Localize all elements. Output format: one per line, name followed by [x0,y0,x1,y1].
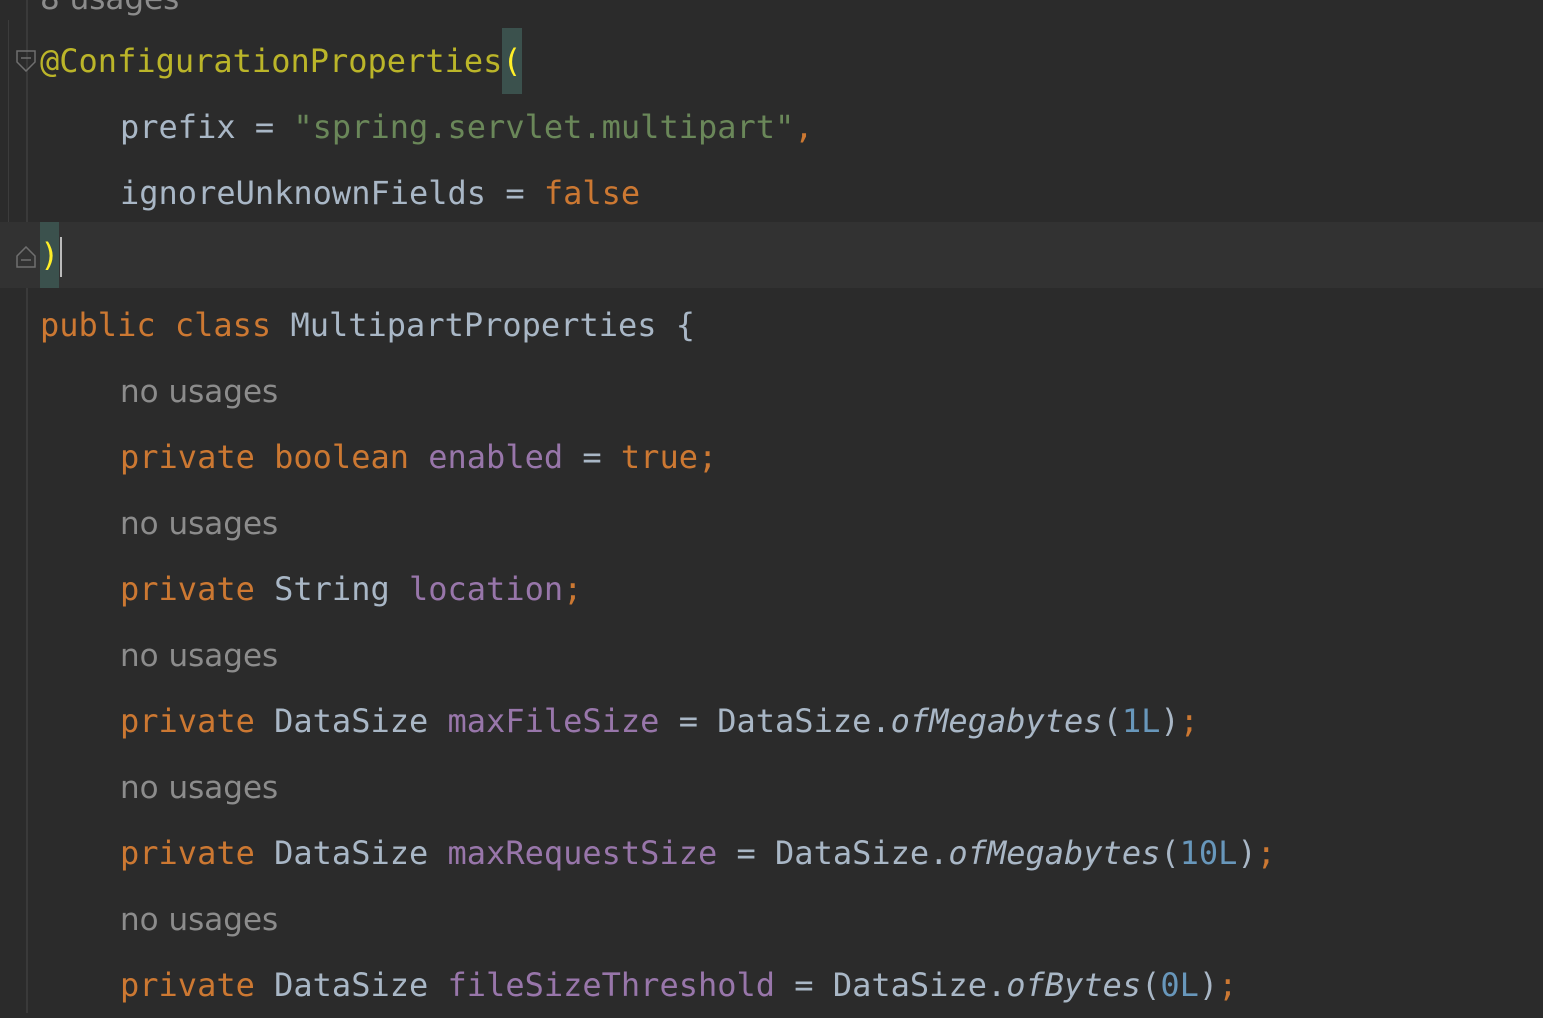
modifier-keyword: private [120,834,255,872]
string-literal: "spring.servlet.multipart" [293,108,795,146]
current-line-highlight [0,222,1543,288]
code-line-class-decl: public class MultipartProperties { [40,292,695,358]
call-class[interactable]: DataSize [717,702,871,740]
fold-collapse-icon[interactable] [16,50,36,72]
modifier-keyword: private [120,702,255,740]
dot: . [986,966,1007,1004]
field-declaration-enabled: private boolean enabled = true; [40,424,717,490]
usages-inlay-hint[interactable]: no usages [40,490,278,556]
annotation-name[interactable]: @ConfigurationProperties [40,42,502,80]
keyword-class: class [174,306,272,344]
semicolon: ; [1218,966,1238,1004]
number-literal: 0L [1160,966,1199,1004]
editor-gutter-divider [26,0,28,1013]
assign-operator: = [486,174,544,212]
boolean-literal: false [543,174,641,212]
field-name[interactable]: fileSizeThreshold [448,966,776,1004]
field-type[interactable]: DataSize [274,834,428,872]
attribute-key: prefix [120,108,236,146]
assign-operator: = [659,702,718,740]
call-class[interactable]: DataSize [833,966,987,1004]
paren-open: ( [1141,966,1161,1004]
field-type[interactable]: DataSize [274,702,428,740]
number-literal: 10L [1179,834,1238,872]
field-declaration-location: private String location; [40,556,582,622]
semicolon: ; [1256,834,1276,872]
usages-inlay-hint[interactable]: no usages [40,622,278,688]
call-class[interactable]: DataSize [775,834,929,872]
code-line-close-paren[interactable]: ) [40,222,63,288]
comma: , [794,108,814,146]
static-method-call[interactable]: ofMegabytes [891,702,1103,740]
field-type[interactable]: DataSize [274,966,428,1004]
number-literal: 1L [1121,702,1161,740]
semicolon: ; [697,438,718,476]
modifier-keyword: private [120,966,255,1004]
paren-open: ( [1160,834,1180,872]
keyword-public: public [40,306,156,344]
modifier-keyword: private [120,438,255,476]
modifier-keyword: private [120,570,255,608]
paren-close: ) [1237,834,1257,872]
assign-operator: = [717,834,776,872]
code-line-prefix: prefix = "spring.servlet.multipart", [40,94,814,160]
paren-close: ) [1160,702,1180,740]
field-declaration-filesizethreshold: private DataSize fileSizeThreshold = Dat… [40,952,1237,1018]
field-type[interactable]: String [274,570,390,608]
matched-paren-close: ) [40,222,60,288]
dot: . [929,834,949,872]
code-line-annotation: @ConfigurationProperties( [40,28,522,94]
field-declaration-maxfilesize: private DataSize maxFileSize = DataSize.… [40,688,1199,754]
paren-close: ) [1198,966,1219,1004]
usages-inlay-hint[interactable]: no usages [40,358,278,424]
matched-paren-open: ( [502,28,522,94]
assign-operator: = [563,438,621,476]
open-brace: { [675,306,696,344]
assign-operator: = [775,966,833,1004]
semicolon: ; [563,570,583,608]
paren-open: ( [1102,702,1122,740]
field-name[interactable]: enabled [428,438,563,476]
attribute-key: ignoreUnknownFields [120,174,487,212]
dot: . [871,702,891,740]
usages-inlay-hint[interactable]: no usages [40,886,278,952]
static-method-call[interactable]: ofBytes [1006,966,1141,1004]
class-name[interactable]: MultipartProperties [290,306,656,344]
text-caret [60,237,63,277]
fold-end-icon[interactable] [16,246,36,268]
field-name[interactable]: location [409,570,563,608]
boolean-literal: true [620,438,698,476]
field-name[interactable]: maxRequestSize [448,834,718,872]
code-line-ignore: ignoreUnknownFields = false [40,160,640,226]
static-method-call[interactable]: ofMegabytes [948,834,1160,872]
field-type: boolean [274,438,409,476]
usages-inlay-hint[interactable]: no usages [40,754,278,820]
semicolon: ; [1179,702,1199,740]
field-declaration-maxrequestsize: private DataSize maxRequestSize = DataSi… [40,820,1276,886]
assign-operator: = [235,108,294,146]
field-name[interactable]: maxFileSize [448,702,660,740]
